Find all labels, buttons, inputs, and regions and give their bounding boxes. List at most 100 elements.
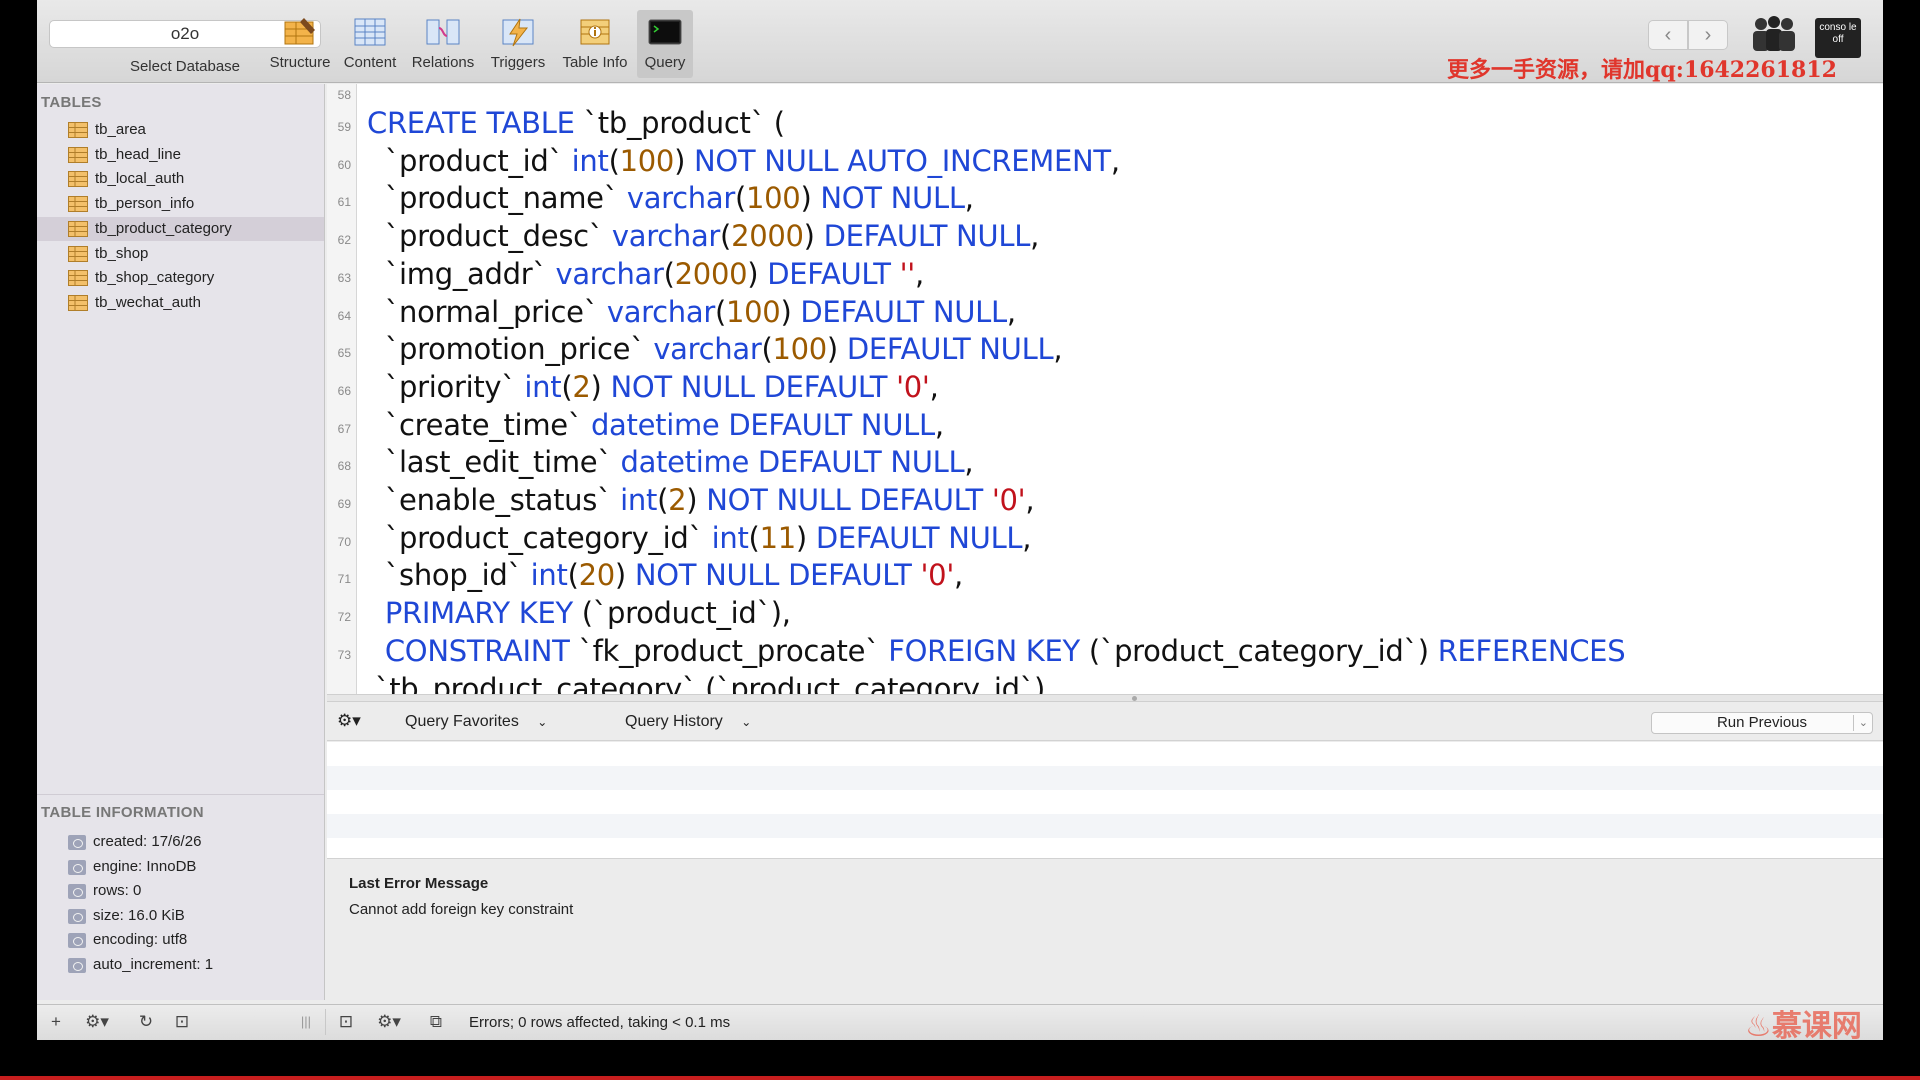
code-token: 100 xyxy=(772,332,827,367)
content-icon xyxy=(354,18,386,46)
code-token: , xyxy=(1022,520,1032,555)
code-token: , xyxy=(929,369,939,404)
tab-triggers[interactable]: Triggers xyxy=(483,10,553,78)
code-line[interactable]: `img_addr` varchar(2000) DEFAULT '', xyxy=(367,257,924,291)
query-editor[interactable]: 58 59 60 61 62 63 64 65 66 67 68 69 70 71 72 73 CREATE … xyxy=(327,84,1883,694)
chevron-down-icon: ⌄ xyxy=(537,715,548,729)
code-line[interactable]: PRIMARY KEY (`product_id`), xyxy=(367,596,791,630)
table-row xyxy=(327,766,1883,790)
line-number: 59 xyxy=(337,120,351,134)
query-history-dropdown[interactable]: Query History ⌄ xyxy=(625,713,751,731)
tab-relations[interactable]: Relations xyxy=(405,10,481,78)
code-token: ( xyxy=(663,256,675,291)
table-name: tb_shop_category xyxy=(95,269,215,287)
code-token: 2 xyxy=(668,483,687,517)
code-token: , xyxy=(1053,332,1063,367)
splitter-handle[interactable] xyxy=(1132,696,1137,701)
users-icon[interactable] xyxy=(1749,14,1799,54)
tab-content-label: Content xyxy=(343,54,397,71)
code-line[interactable]: `product_name` varchar(100) NOT NULL, xyxy=(367,181,974,215)
code-line[interactable]: `create_time` datetime DEFAULT NULL, xyxy=(367,408,944,442)
table-info-item: engine: InnoDB xyxy=(37,855,324,879)
tab-query[interactable]: Query xyxy=(637,10,693,78)
sidebar-table-item[interactable]: tb_shop_category xyxy=(37,266,324,290)
table-row xyxy=(327,790,1883,814)
sidebar-table-item[interactable]: tb_product_category xyxy=(37,216,324,241)
code-token: int xyxy=(620,483,658,517)
run-previous-button[interactable]: Run Previous ⌄ xyxy=(1651,712,1873,734)
sidebar-table-item[interactable]: tb_person_info xyxy=(37,192,324,216)
line-number: 68 xyxy=(337,459,351,474)
back-button[interactable]: ‹ xyxy=(1648,20,1688,50)
gear-menu-icon[interactable]: ⚙▾ xyxy=(77,1011,117,1033)
gear-menu-icon[interactable]: ⚙▾ xyxy=(337,711,361,731)
add-table-icon[interactable]: + xyxy=(41,1011,71,1033)
table-row xyxy=(327,742,1883,766)
code-line[interactable]: `promotion_price` varchar(100) DEFAULT N… xyxy=(367,332,1063,367)
info-icon xyxy=(68,884,86,900)
terminal-icon xyxy=(648,19,682,45)
code-line[interactable]: `enable_status` int(2) NOT NULL DEFAULT … xyxy=(367,483,1035,517)
copy-icon[interactable]: ⧉ xyxy=(421,1011,451,1033)
results-table[interactable] xyxy=(327,742,1883,858)
code-token: `tb_product` xyxy=(583,106,766,140)
code-line[interactable]: `shop_id` int(20) NOT NULL DEFAULT '0', xyxy=(367,558,963,592)
code-line[interactable]: `product_id` int(100) NOT NULL AUTO_INCR… xyxy=(367,144,1120,178)
code-token: , xyxy=(1030,219,1039,254)
table-info-icon xyxy=(580,19,610,45)
tab-content[interactable]: Content xyxy=(337,10,403,78)
code-token: 100 xyxy=(746,181,801,216)
sidebar-table-item[interactable]: tb_local_auth xyxy=(37,167,324,191)
run-previous-label: Run Previous xyxy=(1716,714,1808,731)
filter-icon[interactable]: ⊡ xyxy=(167,1011,197,1033)
code-token: `last_edit_time` xyxy=(367,445,621,480)
sidebar-table-item[interactable]: tb_head_line xyxy=(37,143,324,167)
table-name: tb_person_info xyxy=(95,195,195,213)
refresh-icon[interactable]: ↻ xyxy=(131,1011,161,1033)
code-line[interactable]: `product_desc` varchar(2000) DEFAULT NUL… xyxy=(367,219,1039,253)
table-icon xyxy=(68,270,88,287)
code-line[interactable]: `priority` int(2) NOT NULL DEFAULT '0', xyxy=(367,370,939,404)
pane-splitter[interactable] xyxy=(327,694,1883,702)
table-name: tb_wechat_auth xyxy=(95,293,201,311)
code-token: varchar xyxy=(626,181,735,216)
tab-structure[interactable]: Structure xyxy=(265,10,335,78)
code-line[interactable]: `last_edit_time` datetime DEFAULT NULL, xyxy=(367,445,974,480)
code-token: , xyxy=(914,256,924,291)
line-number: 66 xyxy=(337,383,351,398)
sidebar-table-item[interactable]: tb_wechat_auth xyxy=(37,291,324,315)
table-icon xyxy=(68,171,88,188)
chevron-down-icon[interactable]: ⌄ xyxy=(1859,713,1868,733)
code-token: , xyxy=(1006,294,1016,329)
code-line[interactable]: CREATE TABLE `tb_product` ( xyxy=(367,106,785,140)
video-progress-bar xyxy=(0,1076,1920,1080)
forward-button[interactable]: › xyxy=(1688,20,1728,50)
tab-table-info[interactable]: Table Info xyxy=(555,10,635,78)
table-icon xyxy=(68,146,88,163)
table-name: tb_head_line xyxy=(95,145,181,163)
code-token: `promotion_price` xyxy=(367,332,654,367)
table-row xyxy=(327,814,1883,838)
info-icon xyxy=(68,908,86,924)
code-token: varchar xyxy=(606,294,715,329)
code-token: CREATE TABLE xyxy=(367,106,584,140)
collapse-icon[interactable]: ⊡ xyxy=(331,1011,361,1033)
sidebar-table-item[interactable]: tb_area xyxy=(37,118,324,142)
code-token: CONSTRAINT xyxy=(384,633,579,668)
letterbox-bottom xyxy=(0,1040,1920,1080)
code-token: NOT NULL DEFAULT xyxy=(610,369,897,404)
code-line[interactable]: `tb_product_category` (`product_category… xyxy=(375,672,1045,695)
resize-grip-icon[interactable]: ||| xyxy=(299,1011,313,1033)
query-favorites-dropdown[interactable]: Query Favorites ⌄ xyxy=(405,713,547,731)
table-info-text: rows: 0 xyxy=(93,882,142,900)
sidebar-table-item[interactable]: tb_shop xyxy=(37,242,324,266)
table-icon xyxy=(68,220,88,237)
query-favorites-label: Query Favorites xyxy=(405,713,519,730)
status-text: Errors; 0 rows affected, taking < 0.1 ms xyxy=(469,1014,731,1031)
code-line[interactable]: `product_category_id` int(11) DEFAULT NU… xyxy=(367,520,1032,555)
code-line[interactable]: `normal_price` varchar(100) DEFAULT NULL… xyxy=(367,295,1016,329)
code-token: ) xyxy=(800,181,821,216)
gear-menu-icon[interactable]: ⚙▾ xyxy=(369,1011,409,1033)
code-line[interactable]: CONSTRAINT `fk_product_procate` FOREIGN … xyxy=(367,633,1626,668)
table-info-text: size: 16.0 KiB xyxy=(93,906,185,924)
